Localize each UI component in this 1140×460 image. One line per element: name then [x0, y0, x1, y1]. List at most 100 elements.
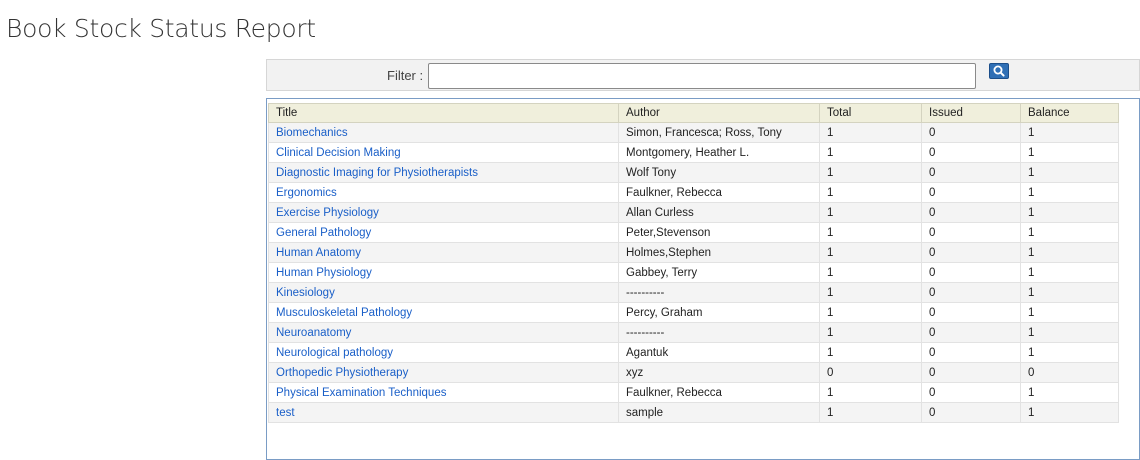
total-cell: 1	[819, 382, 922, 403]
author-cell: ----------	[618, 282, 820, 303]
table-row: Exercise Physiology Allan Curless 1 0 1	[268, 202, 1119, 223]
issued-cell: 0	[921, 242, 1021, 263]
filter-bar: Filter :	[266, 59, 1140, 91]
stock-table: Title Author Total Issued Balance Biomec…	[268, 103, 1119, 423]
title-cell: General Pathology	[268, 222, 619, 243]
author-cell: xyz	[618, 362, 820, 383]
title-cell: Human Physiology	[268, 262, 619, 283]
issued-cell: 0	[921, 122, 1021, 143]
total-cell: 0	[819, 362, 922, 383]
total-cell: 1	[819, 122, 922, 143]
book-title-link[interactable]: Neuroanatomy	[276, 327, 351, 339]
balance-cell: 1	[1020, 262, 1119, 283]
table-row: Kinesiology ---------- 1 0 1	[268, 282, 1119, 303]
table-row: Ergonomics Faulkner, Rebecca 1 0 1	[268, 182, 1119, 203]
balance-cell: 1	[1020, 162, 1119, 183]
book-title-link[interactable]: Human Physiology	[276, 267, 372, 279]
author-cell: Simon, Francesca; Ross, Tony	[618, 122, 820, 143]
column-header-total[interactable]: Total	[819, 103, 922, 123]
book-title-link[interactable]: Exercise Physiology	[276, 207, 379, 219]
issued-cell: 0	[921, 362, 1021, 383]
issued-cell: 0	[921, 322, 1021, 343]
column-header-title[interactable]: Title	[268, 103, 619, 123]
author-cell: Faulkner, Rebecca	[618, 182, 820, 203]
total-cell: 1	[819, 142, 922, 163]
issued-cell: 0	[921, 262, 1021, 283]
title-cell: Orthopedic Physiotherapy	[268, 362, 619, 383]
stock-grid-panel: Title Author Total Issued Balance Biomec…	[266, 98, 1140, 460]
balance-cell: 1	[1020, 202, 1119, 223]
table-row: Clinical Decision Making Montgomery, Heat…	[268, 142, 1119, 163]
table-row: Biomechanics Simon, Francesca; Ross, Tony…	[268, 122, 1119, 143]
author-cell: Gabbey, Terry	[618, 262, 820, 283]
author-cell: Allan Curless	[618, 202, 820, 223]
title-cell: Ergonomics	[268, 182, 619, 203]
table-row: Physical Examination Techniques Faulkner,…	[268, 382, 1119, 403]
search-button[interactable]	[989, 63, 1009, 79]
book-title-link[interactable]: Ergonomics	[276, 187, 337, 199]
total-cell: 1	[819, 242, 922, 263]
book-title-link[interactable]: Kinesiology	[276, 287, 335, 299]
title-cell: Kinesiology	[268, 282, 619, 303]
title-cell: Clinical Decision Making	[268, 142, 619, 163]
author-cell: Peter,Stevenson	[618, 222, 820, 243]
filter-input[interactable]	[428, 63, 976, 89]
book-title-link[interactable]: Biomechanics	[276, 127, 348, 139]
total-cell: 1	[819, 322, 922, 343]
table-row: Musculoskeletal Pathology Percy, Graham 1 0…	[268, 302, 1119, 323]
table-header-row: Title Author Total Issued Balance	[268, 103, 1119, 123]
title-cell: Physical Examination Techniques	[268, 382, 619, 403]
table-row: Human Anatomy Holmes,Stephen 1 0 1	[268, 242, 1119, 263]
author-cell: Montgomery, Heather L.	[618, 142, 820, 163]
table-row: Diagnostic Imaging for Physiotherapists W…	[268, 162, 1119, 183]
balance-cell: 1	[1020, 382, 1119, 403]
book-title-link[interactable]: Clinical Decision Making	[276, 147, 401, 159]
book-title-link[interactable]: Neurological pathology	[276, 347, 393, 359]
author-cell: ----------	[618, 322, 820, 343]
column-header-author[interactable]: Author	[618, 103, 820, 123]
table-row: test sample 1 0 1	[268, 402, 1119, 423]
balance-cell: 1	[1020, 342, 1119, 363]
title-cell: Biomechanics	[268, 122, 619, 143]
balance-cell: 1	[1020, 182, 1119, 203]
filter-label: Filter :	[387, 68, 424, 83]
balance-cell: 1	[1020, 322, 1119, 343]
book-title-link[interactable]: Physical Examination Techniques	[276, 387, 446, 399]
book-title-link[interactable]: General Pathology	[276, 227, 371, 239]
total-cell: 1	[819, 282, 922, 303]
total-cell: 1	[819, 202, 922, 223]
issued-cell: 0	[921, 382, 1021, 403]
book-title-link[interactable]: Human Anatomy	[276, 247, 361, 259]
issued-cell: 0	[921, 222, 1021, 243]
column-header-issued[interactable]: Issued	[921, 103, 1021, 123]
total-cell: 1	[819, 222, 922, 243]
issued-cell: 0	[921, 202, 1021, 223]
table-row: Neurological pathology Agantuk 1 0 1	[268, 342, 1119, 363]
table-row: Human Physiology Gabbey, Terry 1 0 1	[268, 262, 1119, 283]
title-cell: Human Anatomy	[268, 242, 619, 263]
title-cell: test	[268, 402, 619, 423]
balance-cell: 0	[1020, 362, 1119, 383]
balance-cell: 1	[1020, 242, 1119, 263]
balance-cell: 1	[1020, 122, 1119, 143]
book-title-link[interactable]: Diagnostic Imaging for Physiotherapists	[276, 167, 478, 179]
issued-cell: 0	[921, 342, 1021, 363]
title-cell: Diagnostic Imaging for Physiotherapists	[268, 162, 619, 183]
page-title: Book Stock Status Report	[6, 14, 316, 43]
book-title-link[interactable]: test	[276, 407, 295, 419]
table-row: Orthopedic Physiotherapy xyz 0 0 0	[268, 362, 1119, 383]
author-cell: Holmes,Stephen	[618, 242, 820, 263]
book-title-link[interactable]: Musculoskeletal Pathology	[276, 307, 412, 319]
author-cell: Agantuk	[618, 342, 820, 363]
issued-cell: 0	[921, 142, 1021, 163]
author-cell: Percy, Graham	[618, 302, 820, 323]
total-cell: 1	[819, 402, 922, 423]
title-cell: Musculoskeletal Pathology	[268, 302, 619, 323]
issued-cell: 0	[921, 282, 1021, 303]
column-header-balance[interactable]: Balance	[1020, 103, 1119, 123]
issued-cell: 0	[921, 402, 1021, 423]
balance-cell: 1	[1020, 222, 1119, 243]
book-title-link[interactable]: Orthopedic Physiotherapy	[276, 367, 408, 379]
total-cell: 1	[819, 302, 922, 323]
balance-cell: 1	[1020, 402, 1119, 423]
